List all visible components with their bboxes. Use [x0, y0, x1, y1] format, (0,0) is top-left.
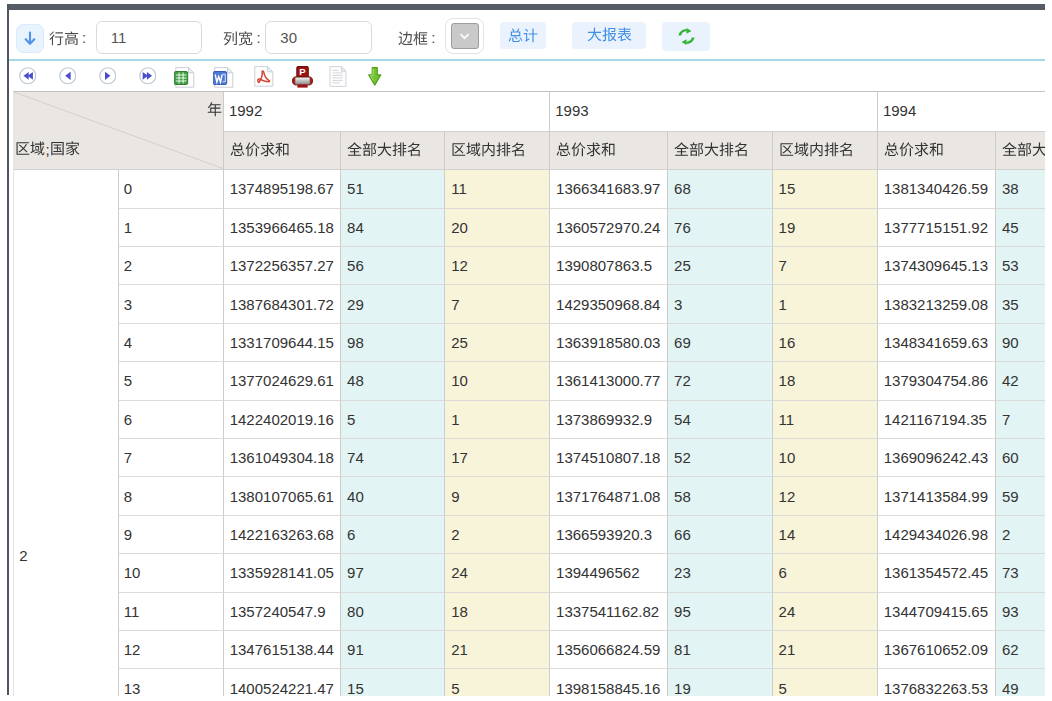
svg-text:P: P — [299, 66, 306, 77]
